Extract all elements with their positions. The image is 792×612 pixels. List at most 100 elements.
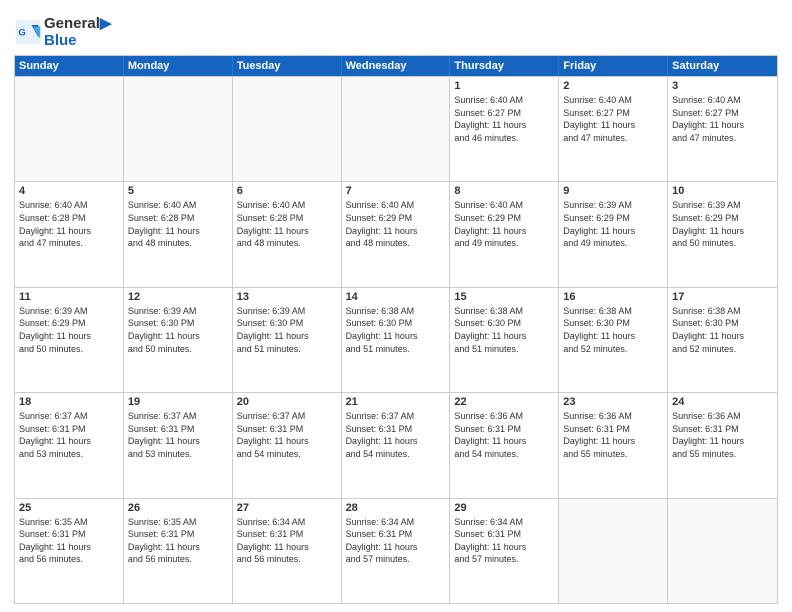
calendar-cell — [342, 77, 451, 181]
day-number: 22 — [454, 396, 554, 408]
calendar-cell: 11 Sunrise: 6:39 AM Sunset: 6:29 PM Dayli… — [15, 288, 124, 392]
calendar-cell: 7 Sunrise: 6:40 AM Sunset: 6:29 PM Daylig… — [342, 182, 451, 286]
day-info: Sunrise: 6:39 AM Sunset: 6:29 PM Dayligh… — [672, 199, 773, 249]
day-info: Sunrise: 6:35 AM Sunset: 6:31 PM Dayligh… — [128, 516, 228, 566]
day-number: 10 — [672, 185, 773, 197]
day-number: 2 — [563, 80, 663, 92]
calendar-header-cell: Thursday — [450, 56, 559, 76]
calendar-row: 18 Sunrise: 6:37 AM Sunset: 6:31 PM Dayli… — [15, 392, 777, 497]
day-info: Sunrise: 6:38 AM Sunset: 6:30 PM Dayligh… — [454, 305, 554, 355]
logo-icon: G — [14, 18, 42, 46]
calendar-cell: 2 Sunrise: 6:40 AM Sunset: 6:27 PM Daylig… — [559, 77, 668, 181]
day-info: Sunrise: 6:34 AM Sunset: 6:31 PM Dayligh… — [237, 516, 337, 566]
day-info: Sunrise: 6:35 AM Sunset: 6:31 PM Dayligh… — [19, 516, 119, 566]
calendar-row: 11 Sunrise: 6:39 AM Sunset: 6:29 PM Dayli… — [15, 287, 777, 392]
day-number: 18 — [19, 396, 119, 408]
calendar-cell: 24 Sunrise: 6:36 AM Sunset: 6:31 PM Dayli… — [668, 393, 777, 497]
calendar-cell: 1 Sunrise: 6:40 AM Sunset: 6:27 PM Daylig… — [450, 77, 559, 181]
day-info: Sunrise: 6:37 AM Sunset: 6:31 PM Dayligh… — [19, 410, 119, 460]
calendar-header-cell: Monday — [124, 56, 233, 76]
day-number: 23 — [563, 396, 663, 408]
day-info: Sunrise: 6:40 AM Sunset: 6:29 PM Dayligh… — [346, 199, 446, 249]
calendar-header-cell: Friday — [559, 56, 668, 76]
day-info: Sunrise: 6:34 AM Sunset: 6:31 PM Dayligh… — [454, 516, 554, 566]
calendar-cell: 21Sunrise: 6:37 AM Sunset: 6:31 PM Dayli… — [342, 393, 451, 497]
calendar-cell: 25 Sunrise: 6:35 AM Sunset: 6:31 PM Dayli… — [15, 499, 124, 603]
calendar-cell: 3Sunrise: 6:40 AM Sunset: 6:27 PM Daylig… — [668, 77, 777, 181]
day-number: 20 — [237, 396, 337, 408]
calendar-row: 25 Sunrise: 6:35 AM Sunset: 6:31 PM Dayli… — [15, 498, 777, 603]
calendar-cell: 5Sunrise: 6:40 AM Sunset: 6:28 PM Daylig… — [124, 182, 233, 286]
calendar-cell: 13 Sunrise: 6:39 AM Sunset: 6:30 PM Dayli… — [233, 288, 342, 392]
day-info: Sunrise: 6:38 AM Sunset: 6:30 PM Dayligh… — [346, 305, 446, 355]
day-info: Sunrise: 6:39 AM Sunset: 6:30 PM Dayligh… — [237, 305, 337, 355]
day-number: 8 — [454, 185, 554, 197]
day-info: Sunrise: 6:37 AM Sunset: 6:31 PM Dayligh… — [128, 410, 228, 460]
calendar-cell — [233, 77, 342, 181]
day-info: Sunrise: 6:40 AM Sunset: 6:28 PM Dayligh… — [128, 199, 228, 249]
day-info: Sunrise: 6:37 AM Sunset: 6:31 PM Dayligh… — [346, 410, 446, 460]
calendar-cell: 8 Sunrise: 6:40 AM Sunset: 6:29 PM Daylig… — [450, 182, 559, 286]
day-info: Sunrise: 6:40 AM Sunset: 6:27 PM Dayligh… — [454, 94, 554, 144]
calendar-cell: 18 Sunrise: 6:37 AM Sunset: 6:31 PM Dayli… — [15, 393, 124, 497]
svg-text:G: G — [18, 27, 25, 38]
calendar-cell: 6 Sunrise: 6:40 AM Sunset: 6:28 PM Daylig… — [233, 182, 342, 286]
calendar-cell — [559, 499, 668, 603]
day-info: Sunrise: 6:34 AM Sunset: 6:31 PM Dayligh… — [346, 516, 446, 566]
day-number: 6 — [237, 185, 337, 197]
day-number: 7 — [346, 185, 446, 197]
day-info: Sunrise: 6:40 AM Sunset: 6:29 PM Dayligh… — [454, 199, 554, 249]
day-info: Sunrise: 6:40 AM Sunset: 6:27 PM Dayligh… — [563, 94, 663, 144]
day-number: 11 — [19, 291, 119, 303]
day-info: Sunrise: 6:40 AM Sunset: 6:28 PM Dayligh… — [19, 199, 119, 249]
day-number: 19 — [128, 396, 228, 408]
calendar-cell: 16Sunrise: 6:38 AM Sunset: 6:30 PM Dayli… — [559, 288, 668, 392]
calendar-cell: 15 Sunrise: 6:38 AM Sunset: 6:30 PM Dayli… — [450, 288, 559, 392]
day-number: 27 — [237, 502, 337, 514]
day-info: Sunrise: 6:39 AM Sunset: 6:29 PM Dayligh… — [563, 199, 663, 249]
calendar-cell: 26 Sunrise: 6:35 AM Sunset: 6:31 PM Dayli… — [124, 499, 233, 603]
calendar-cell — [15, 77, 124, 181]
day-info: Sunrise: 6:40 AM Sunset: 6:27 PM Dayligh… — [672, 94, 773, 144]
day-info: Sunrise: 6:37 AM Sunset: 6:31 PM Dayligh… — [237, 410, 337, 460]
logo-text: General▶ Blue — [44, 14, 111, 49]
day-number: 14 — [346, 291, 446, 303]
day-number: 29 — [454, 502, 554, 514]
header: G General▶ Blue — [14, 10, 778, 49]
calendar-cell: 19 Sunrise: 6:37 AM Sunset: 6:31 PM Dayli… — [124, 393, 233, 497]
day-number: 25 — [19, 502, 119, 514]
day-number: 28 — [346, 502, 446, 514]
day-info: Sunrise: 6:36 AM Sunset: 6:31 PM Dayligh… — [454, 410, 554, 460]
day-info: Sunrise: 6:38 AM Sunset: 6:30 PM Dayligh… — [563, 305, 663, 355]
day-info: Sunrise: 6:38 AM Sunset: 6:30 PM Dayligh… — [672, 305, 773, 355]
day-info: Sunrise: 6:36 AM Sunset: 6:31 PM Dayligh… — [563, 410, 663, 460]
calendar: SundayMondayTuesdayWednesdayThursdayFrid… — [14, 55, 778, 604]
calendar-cell: 23 Sunrise: 6:36 AM Sunset: 6:31 PM Dayli… — [559, 393, 668, 497]
day-number: 4 — [19, 185, 119, 197]
calendar-cell: 12Sunrise: 6:39 AM Sunset: 6:30 PM Dayli… — [124, 288, 233, 392]
calendar-cell: 27 Sunrise: 6:34 AM Sunset: 6:31 PM Dayli… — [233, 499, 342, 603]
day-info: Sunrise: 6:40 AM Sunset: 6:28 PM Dayligh… — [237, 199, 337, 249]
calendar-cell: 29 Sunrise: 6:34 AM Sunset: 6:31 PM Dayli… — [450, 499, 559, 603]
calendar-cell — [124, 77, 233, 181]
day-number: 9 — [563, 185, 663, 197]
calendar-cell: 22 Sunrise: 6:36 AM Sunset: 6:31 PM Dayli… — [450, 393, 559, 497]
day-info: Sunrise: 6:39 AM Sunset: 6:29 PM Dayligh… — [19, 305, 119, 355]
calendar-cell: 20 Sunrise: 6:37 AM Sunset: 6:31 PM Dayli… — [233, 393, 342, 497]
calendar-header-cell: Tuesday — [233, 56, 342, 76]
calendar-row: 4 Sunrise: 6:40 AM Sunset: 6:28 PM Daylig… — [15, 181, 777, 286]
day-number: 13 — [237, 291, 337, 303]
calendar-cell: 28 Sunrise: 6:34 AM Sunset: 6:31 PM Dayli… — [342, 499, 451, 603]
day-number: 12 — [128, 291, 228, 303]
day-info: Sunrise: 6:36 AM Sunset: 6:31 PM Dayligh… — [672, 410, 773, 460]
day-number: 1 — [454, 80, 554, 92]
logo: G General▶ Blue — [14, 14, 111, 49]
calendar-header-row: SundayMondayTuesdayWednesdayThursdayFrid… — [15, 56, 777, 76]
day-number: 15 — [454, 291, 554, 303]
calendar-header-cell: Wednesday — [342, 56, 451, 76]
calendar-body: 1 Sunrise: 6:40 AM Sunset: 6:27 PM Daylig… — [15, 76, 777, 603]
calendar-cell: 10 Sunrise: 6:39 AM Sunset: 6:29 PM Dayli… — [668, 182, 777, 286]
day-number: 17 — [672, 291, 773, 303]
day-number: 24 — [672, 396, 773, 408]
day-number: 26 — [128, 502, 228, 514]
